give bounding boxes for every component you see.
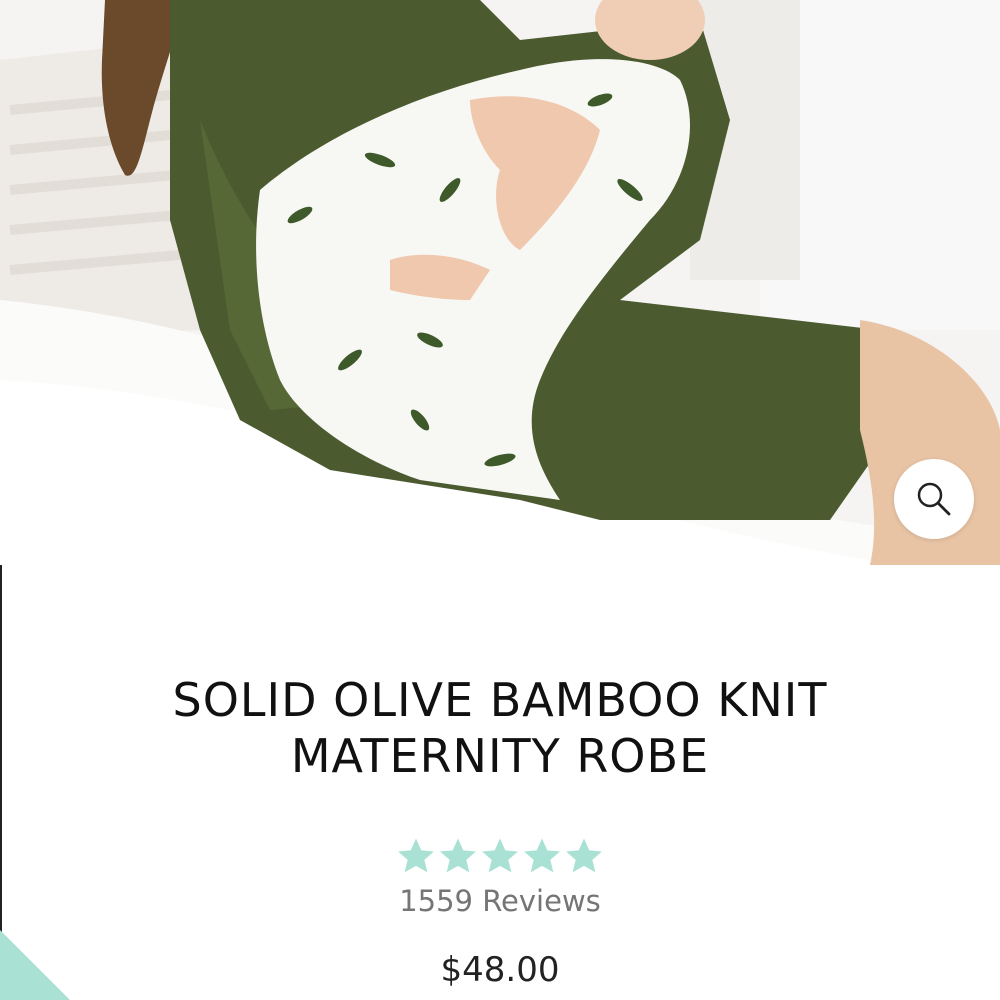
star-rating[interactable] [396, 836, 604, 876]
star-icon [440, 838, 476, 873]
product-rating: 1559 Reviews [300, 836, 700, 920]
corner-decoration [0, 930, 72, 1000]
product-price: $48.00 [440, 950, 560, 990]
product-page: SOLID OLIVE BAMBOO KNIT MATERNITY ROBE 1… [0, 0, 1000, 1000]
reviews-link[interactable]: 1559 Reviews [300, 882, 700, 920]
star-icon [398, 838, 434, 873]
product-photo [0, 0, 1000, 565]
star-icon [482, 838, 518, 873]
star-icon [566, 838, 602, 873]
magnifier-icon [917, 482, 951, 516]
zoom-button[interactable] [894, 459, 974, 539]
product-image[interactable] [0, 0, 1000, 565]
star-icon [524, 838, 560, 873]
product-title: SOLID OLIVE BAMBOO KNIT MATERNITY ROBE [172, 673, 828, 783]
